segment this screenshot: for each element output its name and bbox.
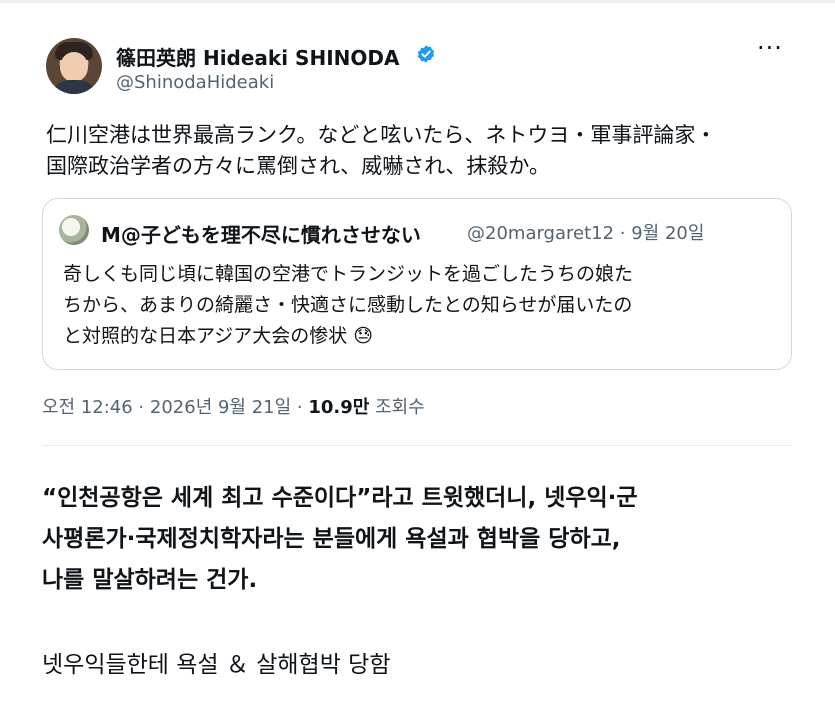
author-avatar[interactable] <box>46 38 102 94</box>
divider <box>42 445 792 446</box>
quoted-tweet-text: 奇しくも同じ頃に韓国の空港でトランジットを過ごしたうちの娘た ちから、あまりの綺… <box>63 263 634 347</box>
korean-caption-bold: “인천공항은 세계 최고 수준이다”라고 트윗했더니, 넷우익·군 사평론가·국… <box>42 485 638 593</box>
author-name[interactable]: 篠田英朗 Hideaki SHINODA <box>116 42 399 71</box>
tweet-timestamp[interactable]: 오전 12:46 · 2026년 9월 21일 · 10.9만 조회수 <box>42 393 425 419</box>
verified-badge-icon <box>417 45 435 63</box>
timestamp-text: 오전 12:46 · 2026년 9월 21일 · <box>42 397 309 418</box>
quoted-tweet[interactable]: M@子どもを理不尽に慣れさせない @20margaret12 · 9월 20일 … <box>42 198 792 370</box>
more-dots-icon[interactable]: ··· <box>756 36 784 64</box>
quoted-handle-date[interactable]: @20margaret12 · 9월 20일 <box>467 219 704 245</box>
author-handle[interactable]: @ShinodaHideaki <box>116 72 274 93</box>
tweet-text: 仁川空港は世界最高ランク。などと呟いたら、ネトウヨ・軍事評論家・ 国際政治学者の… <box>46 123 717 178</box>
avatar-suit <box>50 80 98 94</box>
avatar-face <box>60 52 88 82</box>
view-label: 조회수 <box>369 397 425 418</box>
view-count: 10.9만 <box>308 397 370 418</box>
korean-caption-summary: 넷우익들한테 욕설 ＆ 살해협박 당함 <box>42 652 391 678</box>
top-divider <box>0 0 835 3</box>
quoted-author-name[interactable]: M@子どもを理不尽に慣れさせない <box>101 219 421 248</box>
quoted-author-avatar[interactable] <box>59 215 89 245</box>
